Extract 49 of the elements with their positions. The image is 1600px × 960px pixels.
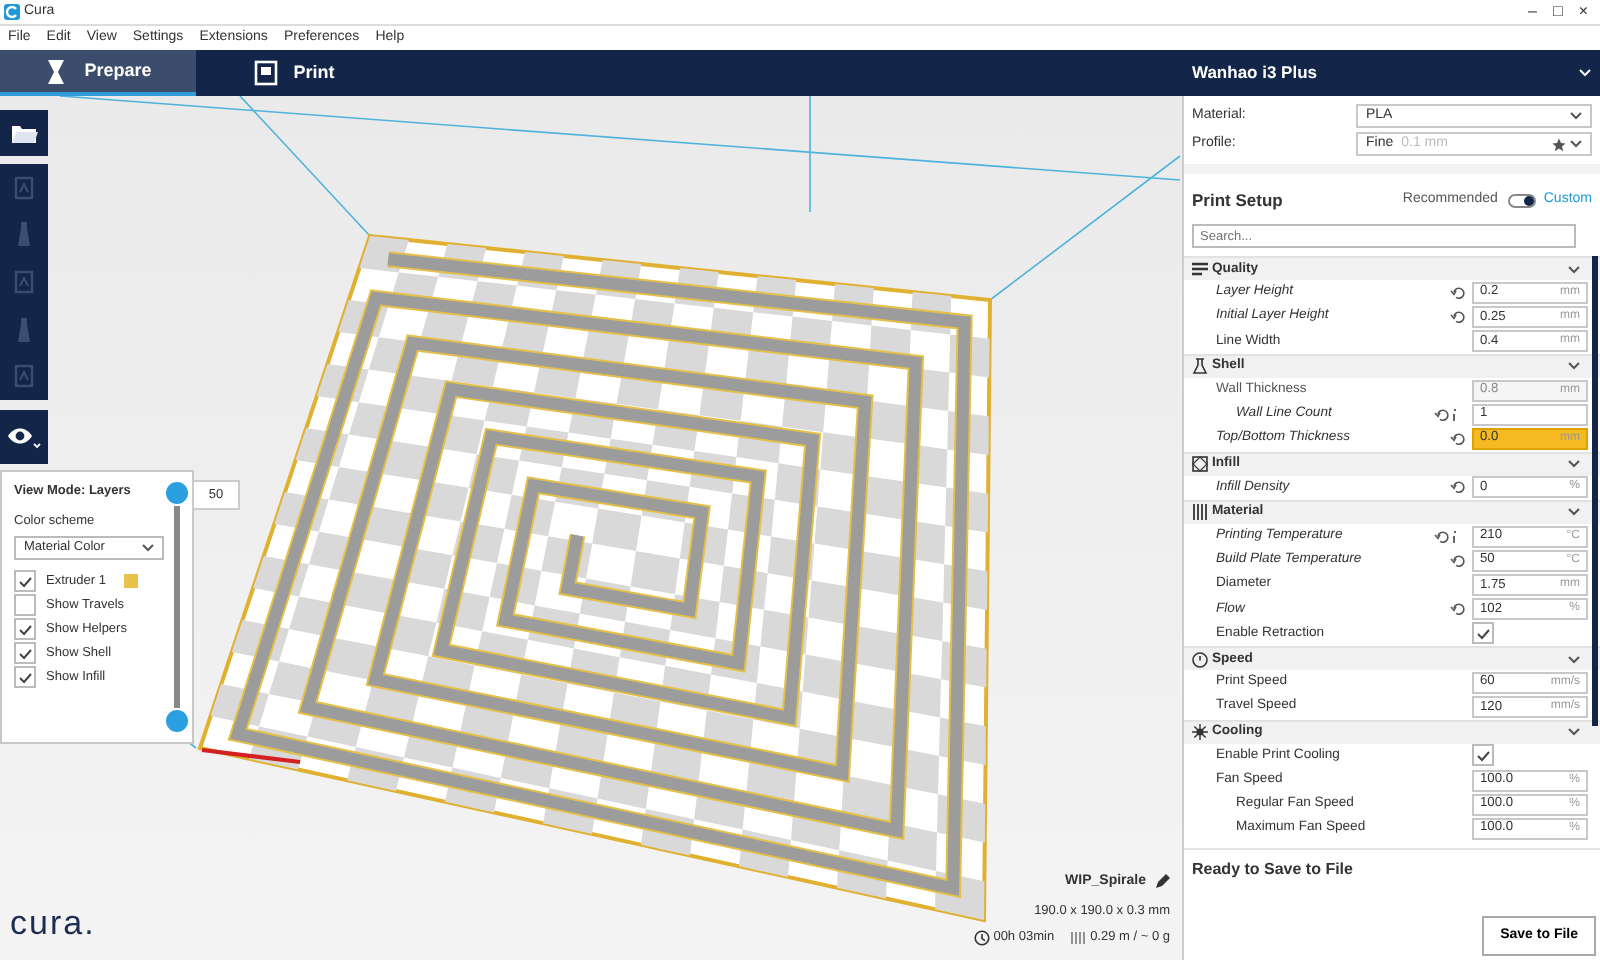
chevron-icon [1578,68,1592,78]
logo-text: cura. [10,901,96,945]
check-icon [18,575,32,587]
reset-icon[interactable] [1450,553,1466,568]
checkbox[interactable] [14,570,36,592]
bars-icon [1192,504,1208,521]
check-icon [1476,749,1490,762]
checkbox[interactable] [14,642,36,664]
clock-icon [973,930,990,947]
section-title: Print Setup [1192,187,1283,213]
stage-tab[interactable]: Print [196,50,392,96]
star-icon[interactable] [1552,137,1566,151]
chevron-icon [1570,112,1582,120]
scrollbar[interactable] [1592,256,1598,726]
window-control[interactable]: □ [1552,0,1563,24]
checkbox[interactable] [14,594,36,616]
lines-icon [1192,261,1208,278]
mode-toggle[interactable] [1507,193,1536,207]
window-control[interactable]: – [1528,0,1537,24]
check-icon [1476,627,1490,640]
chevron-icon [142,543,154,551]
slider-handle[interactable] [166,482,188,504]
reset-icon[interactable] [1434,529,1450,544]
reset-icon[interactable] [1450,285,1466,300]
status-title: Ready to Save to File [1192,858,1355,882]
reset-icon[interactable] [1450,309,1466,324]
clock-icon [1192,651,1208,668]
spool-icon [1070,930,1087,947]
slider-handle[interactable] [166,710,188,732]
eye-icon[interactable] [6,425,42,449]
grid-icon [1192,456,1208,473]
printer-icon [253,59,278,87]
flask-icon [1192,358,1208,375]
checkbox[interactable] [14,618,36,640]
checkbox[interactable] [1472,622,1494,645]
window-control[interactable]: × [1578,0,1588,24]
app-icon [4,4,20,20]
folder-icon[interactable] [10,122,38,144]
reset-icon[interactable] [1450,431,1466,446]
reset-icon[interactable] [1450,602,1466,617]
chevron-icon [1570,140,1582,148]
printer-selector[interactable]: Wanhao i3 Plus [1184,50,1600,96]
checkbox[interactable] [14,666,36,688]
stage-tab[interactable]: Prepare [0,50,196,96]
pencil-icon[interactable] [1154,874,1170,891]
reset-icon[interactable] [1450,480,1466,495]
sun-icon [1192,724,1208,741]
checkbox[interactable] [1472,744,1494,767]
hourglass-icon [44,57,69,85]
